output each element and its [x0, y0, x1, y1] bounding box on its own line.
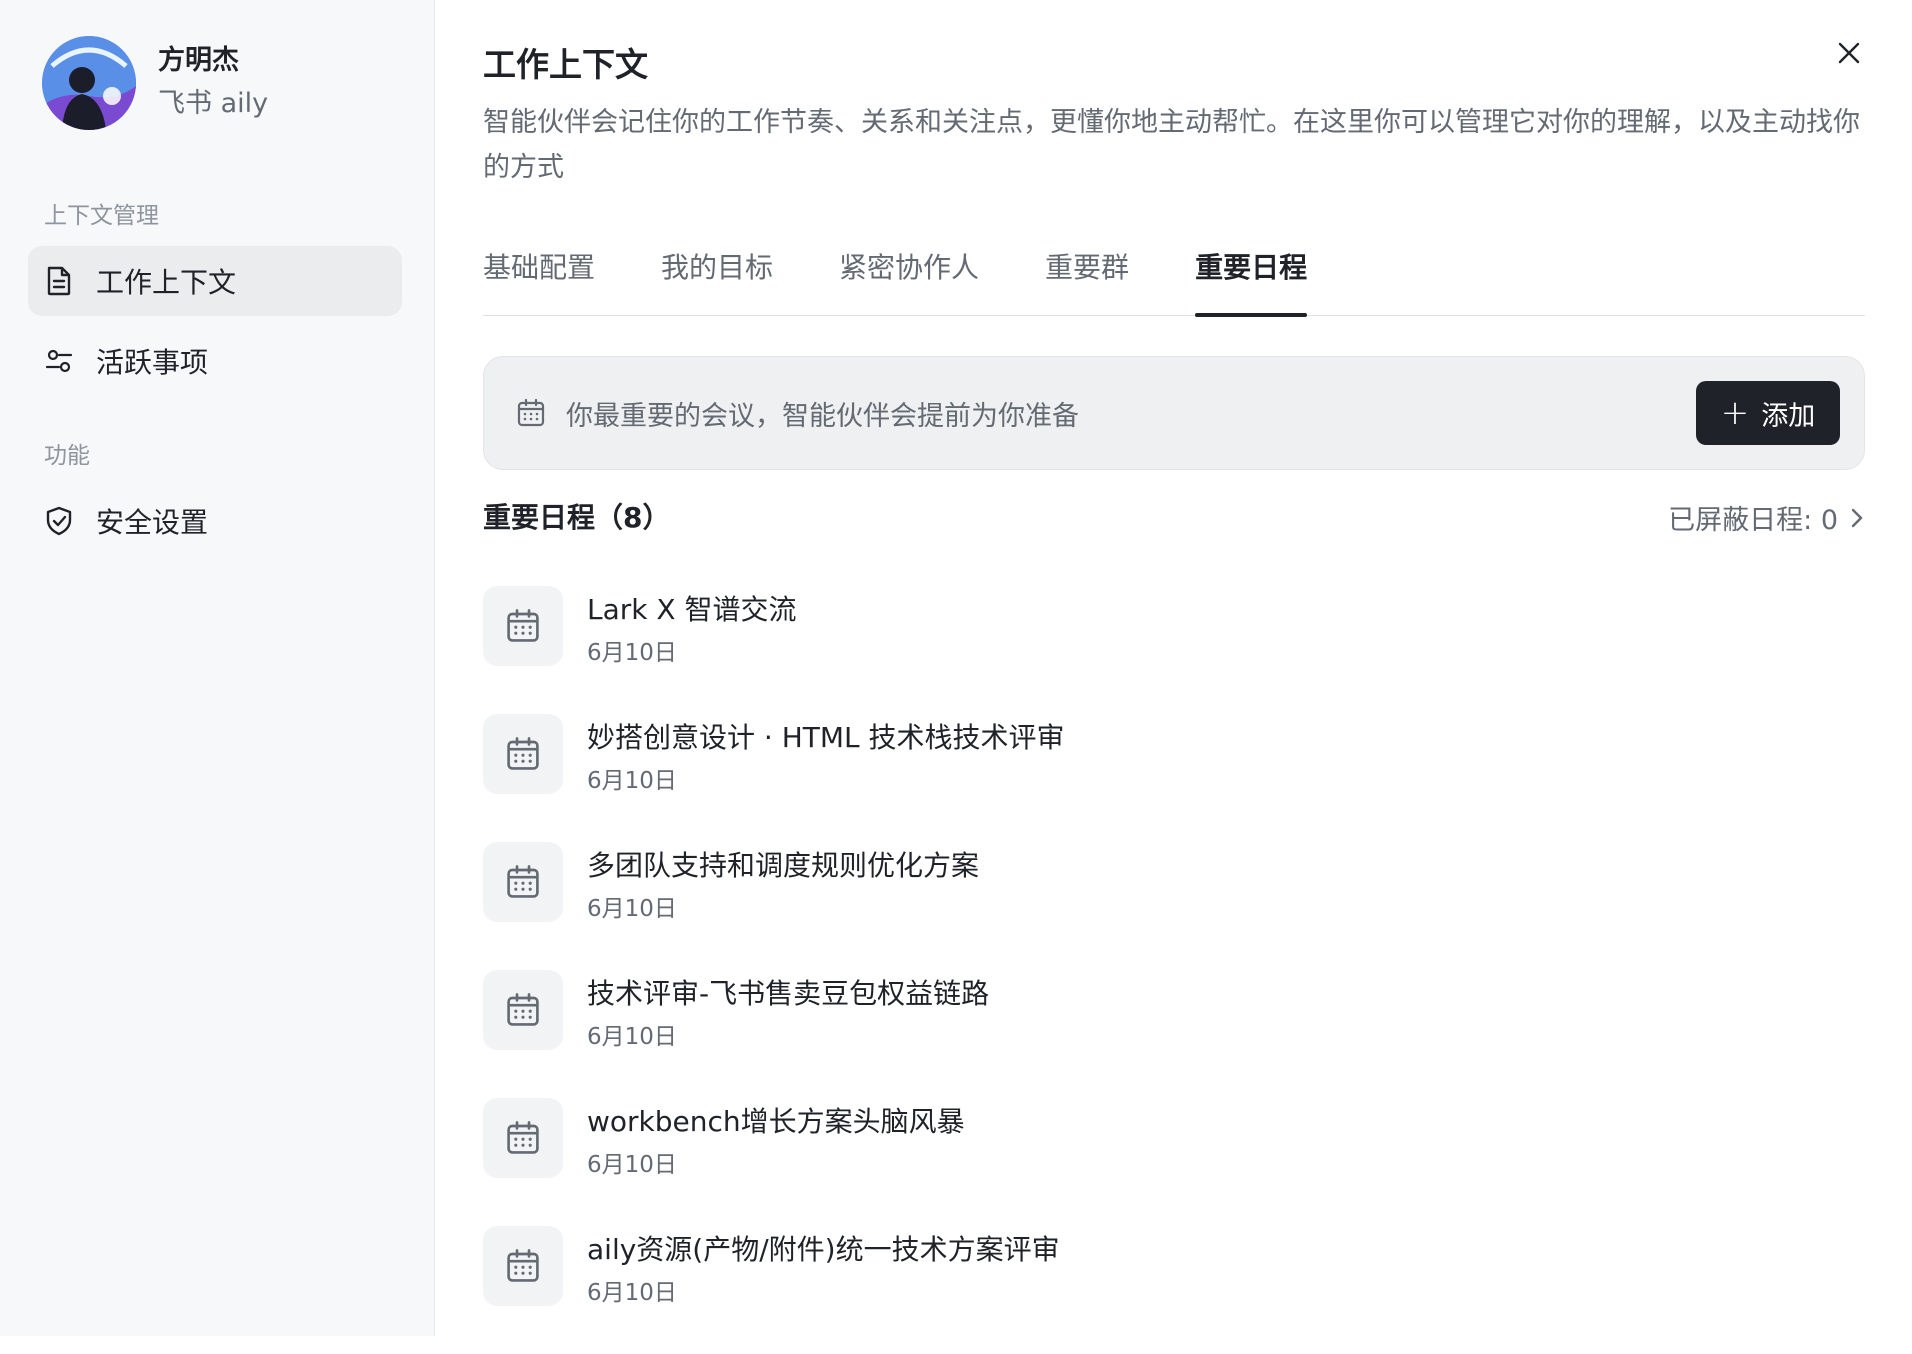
- add-button-label: 添加: [1761, 400, 1816, 432]
- event-title: workbench增长方案头脑风暴: [587, 1105, 965, 1138]
- list-item[interactable]: workbench增长方案头脑风暴 6月10日: [483, 1098, 1865, 1226]
- event-list: Lark X 智谱交流 6月10日 妙搭创意设计 · HTML 技术栈技术评审 …: [483, 586, 1865, 1354]
- sidebar-item-label: 安全设置: [96, 506, 209, 539]
- sidebar: 方明杰 飞书 aily 上下文管理 工作上下文 活跃事项 功能 安全设置: [0, 0, 435, 1336]
- event-icon-box: [483, 586, 563, 666]
- event-icon-box: [483, 714, 563, 794]
- list-item[interactable]: 技术评审-飞书售卖豆包权益链路 6月10日: [483, 970, 1865, 1098]
- tab-important-schedules[interactable]: 重要日程: [1195, 240, 1308, 317]
- calendar-icon: [507, 993, 539, 1026]
- list-item[interactable]: 妙搭创意设计 · HTML 技术栈技术评审 6月10日: [483, 714, 1865, 842]
- event-icon-box: [483, 1098, 563, 1178]
- sidebar-item-work-context[interactable]: 工作上下文: [28, 246, 402, 316]
- section-label-features: 功能: [44, 443, 90, 469]
- tab-close-collaborators[interactable]: 紧密协作人: [839, 240, 979, 316]
- sidebar-item-security-settings[interactable]: 安全设置: [28, 486, 402, 556]
- blocked-schedules-label: 已屏蔽日程: 0: [1668, 505, 1838, 536]
- list-item[interactable]: aily资源(产物/附件)统一技术方案评审 6月10日: [483, 1226, 1865, 1354]
- event-title: aily资源(产物/附件)统一技术方案评审: [587, 1233, 1060, 1266]
- event-title: 多团队支持和调度规则优化方案: [587, 849, 980, 882]
- sliders-icon: [44, 346, 74, 376]
- event-date: 6月10日: [587, 640, 677, 666]
- add-button[interactable]: + 添加: [1696, 381, 1840, 445]
- plus-icon: +: [1720, 393, 1750, 433]
- calendar-icon: [507, 737, 539, 770]
- shield-check-icon: [44, 506, 74, 536]
- calendar-icon: [507, 865, 539, 898]
- event-title: 妙搭创意设计 · HTML 技术栈技术评审: [587, 721, 1065, 754]
- tab-important-groups[interactable]: 重要群: [1045, 240, 1129, 316]
- blocked-schedules-link[interactable]: 已屏蔽日程: 0: [1668, 498, 1864, 537]
- event-date: 6月10日: [587, 1152, 677, 1178]
- page-description: 智能伙伴会记住你的工作节奏、关系和关注点，更懂你地主动帮忙。在这里你可以管理它对…: [483, 107, 1860, 183]
- event-icon-box: [483, 842, 563, 922]
- section-label-context: 上下文管理: [44, 203, 159, 229]
- chevron-right-icon: [1850, 507, 1864, 529]
- event-title: 技术评审-飞书售卖豆包权益链路: [587, 977, 990, 1010]
- hint-bar: 你最重要的会议，智能伙伴会提前为你准备 + 添加: [483, 356, 1865, 470]
- event-date: 6月10日: [587, 896, 677, 922]
- list-item[interactable]: 多团队支持和调度规则优化方案 6月10日: [483, 842, 1865, 970]
- close-button[interactable]: [1832, 36, 1866, 70]
- event-date: 6月10日: [587, 1024, 677, 1050]
- list-title: 重要日程（8）: [483, 501, 671, 534]
- calendar-icon: [507, 1249, 539, 1282]
- avatar-image: [42, 36, 136, 130]
- calendar-icon: [517, 398, 545, 427]
- sidebar-item-label: 活跃事项: [96, 346, 209, 379]
- list-item[interactable]: Lark X 智谱交流 6月10日: [483, 586, 1865, 714]
- document-icon: [44, 266, 74, 296]
- profile-subtitle: 飞书 aily: [158, 88, 269, 119]
- event-icon-box: [483, 1226, 563, 1306]
- calendar-icon: [507, 1121, 539, 1154]
- tab-bar: 基础配置 我的目标 紧密协作人 重要群 重要日程: [483, 240, 1865, 317]
- event-date: 6月10日: [587, 1280, 677, 1306]
- close-icon: [1838, 42, 1860, 64]
- profile[interactable]: 方明杰 飞书 aily: [42, 36, 268, 130]
- sidebar-item-active-items[interactable]: 活跃事项: [28, 326, 402, 396]
- event-icon-box: [483, 970, 563, 1050]
- event-title: Lark X 智谱交流: [587, 593, 797, 626]
- avatar: [42, 36, 136, 130]
- page-title: 工作上下文: [483, 45, 648, 84]
- event-date: 6月10日: [587, 768, 677, 794]
- calendar-icon: [507, 609, 539, 642]
- sidebar-item-label: 工作上下文: [96, 266, 237, 299]
- profile-name: 方明杰: [158, 45, 239, 76]
- hint-text: 你最重要的会议，智能伙伴会提前为你准备: [566, 400, 1079, 432]
- tab-basic-config[interactable]: 基础配置: [483, 240, 595, 316]
- tab-my-goals[interactable]: 我的目标: [661, 240, 773, 316]
